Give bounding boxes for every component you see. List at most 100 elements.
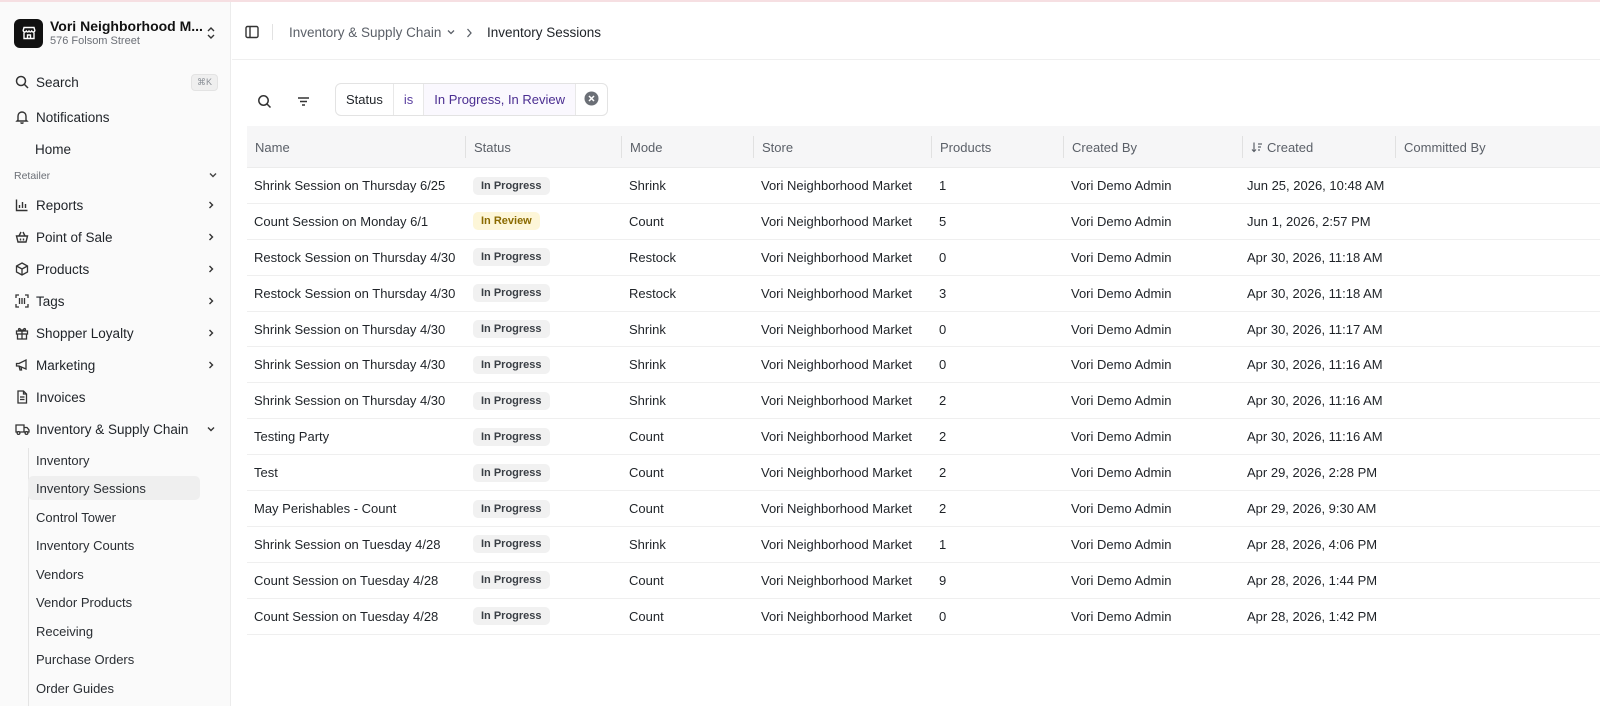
column-header-committed-by[interactable]: Committed By [1396, 126, 1600, 168]
cell-name: Restock Session on Thursday 4/30 [254, 249, 456, 265]
cell-committed-by [1396, 276, 1403, 311]
sidebar-item-invoices[interactable]: Invoices [14, 386, 218, 408]
store-switcher[interactable]: Vori Neighborhood M... 576 Folsom Street [14, 17, 218, 49]
cell-created: Apr 30, 2026, 11:18 AM [1247, 285, 1383, 301]
cell-committed-by [1396, 347, 1403, 382]
cell-committed-by [1396, 599, 1403, 634]
cell-name: Shrink Session on Thursday 4/30 [254, 321, 446, 337]
cell-status: In Progress [466, 312, 550, 347]
table-row[interactable]: Shrink Session on Thursday 6/25 In Progre… [247, 168, 1600, 204]
table-row[interactable]: Testing Party In Progress Count Vori Neighb… [247, 419, 1600, 456]
search-button[interactable]: Search ⌘K [14, 71, 218, 93]
column-header-store[interactable]: Store [754, 126, 931, 168]
section-retailer[interactable]: Retailer [14, 169, 218, 183]
table-row[interactable]: Shrink Session on Thursday 4/30 In Progre… [247, 383, 1600, 420]
search-icon [14, 74, 30, 90]
sidebar-item-shopper-loyalty[interactable]: Shopper Loyalty [14, 322, 218, 344]
sort-descending-icon [1251, 141, 1263, 153]
sidebar-subitem-vendors[interactable]: Vendors [28, 562, 200, 586]
cell-created-by: Vori Demo Admin [1071, 501, 1172, 517]
filter-clear-button[interactable] [576, 84, 607, 115]
cell-store: Vori Neighborhood Market [761, 465, 913, 481]
column-header-status[interactable]: Status [466, 126, 621, 168]
cell-store: Vori Neighborhood Market [761, 393, 913, 409]
sidebar-item-home[interactable]: Home [14, 138, 218, 160]
table-row[interactable]: Restock Session on Thursday 4/30 In Progr… [247, 240, 1600, 276]
cell-created: Apr 30, 2026, 11:16 AM [1247, 357, 1383, 373]
sidebar-subitem-inventory[interactable]: Inventory [28, 448, 200, 472]
cell-name: May Perishables - Count [254, 501, 397, 517]
status-badge: In Progress [473, 320, 550, 339]
breadcrumb-current: Inventory Sessions [487, 24, 602, 40]
status-filter-chip[interactable]: Status is In Progress, In Review [335, 83, 609, 116]
cell-committed-by [1396, 527, 1403, 562]
cell-name: Count Session on Tuesday 4/28 [254, 608, 439, 624]
cell-created-by: Vori Demo Admin [1071, 429, 1172, 445]
cell-committed-by [1396, 168, 1403, 203]
table-row[interactable]: Restock Session on Thursday 4/30 In Progr… [247, 276, 1600, 312]
status-badge: In Progress [473, 248, 550, 267]
cell-created: Apr 30, 2026, 11:16 AM [1247, 393, 1383, 409]
cell-products: 2 [939, 465, 947, 481]
sidebar-item-inventory-supply-chain[interactable]: Inventory & Supply Chain [14, 418, 218, 440]
topbar: Inventory & Supply Chain Inventory Sessi… [232, 2, 1600, 60]
sidebar-item-point-of-sale[interactable]: Point of Sale [14, 226, 218, 248]
notifications-label: Notifications [36, 109, 110, 125]
cell-products: 3 [939, 285, 947, 301]
sidebar-item-marketing[interactable]: Marketing [14, 354, 218, 376]
cell-store: Vori Neighborhood Market [761, 357, 913, 373]
sidebar-item-tags[interactable]: Tags [14, 290, 218, 312]
table-row[interactable]: Shrink Session on Thursday 4/30 In Progre… [247, 347, 1600, 384]
sidebar-subitem-order-guides[interactable]: Order Guides [28, 676, 200, 700]
sessions-table: Name Status Mode Store Products Created … [247, 126, 1600, 635]
column-header-created-by[interactable]: Created By [1064, 126, 1242, 168]
cell-created: Apr 29, 2026, 2:28 PM [1247, 465, 1378, 481]
status-badge: In Progress [473, 427, 550, 446]
column-header-mode[interactable]: Mode [622, 126, 753, 168]
marketing-label: Marketing [36, 357, 96, 373]
cell-mode: Restock [629, 285, 676, 301]
filter-field[interactable]: Status [336, 84, 394, 115]
sidebar-toggle-icon[interactable] [244, 24, 260, 40]
table-row[interactable]: Count Session on Tuesday 4/28 In Progress… [247, 599, 1600, 635]
column-header-name[interactable]: Name [247, 126, 465, 168]
cell-status: In Progress [466, 276, 550, 311]
cell-created: Apr 29, 2026, 9:30 AM [1247, 501, 1377, 517]
column-header-created-label: Created [1267, 139, 1314, 155]
cell-mode: Shrink [629, 536, 666, 552]
barcode-icon [14, 293, 30, 309]
cell-products: 5 [939, 213, 947, 229]
inventory-supply-chain-label: Inventory & Supply Chain [36, 421, 189, 437]
chevron-right-icon [204, 262, 218, 276]
breadcrumb-parent[interactable]: Inventory & Supply Chain [289, 22, 456, 42]
table-row[interactable]: Shrink Session on Tuesday 4/28 In Progres… [247, 527, 1600, 563]
cell-store: Vori Neighborhood Market [761, 321, 913, 337]
sidebar-subitem-vendor-products[interactable]: Vendor Products [28, 590, 200, 614]
sidebar-subitem-receiving[interactable]: Receiving [28, 619, 200, 643]
table-row[interactable]: Count Session on Monday 6/1 In Review Coun… [247, 204, 1600, 240]
sidebar-subitem-purchase-orders[interactable]: Purchase Orders [28, 647, 200, 671]
sidebar-subitem-inventory-sessions[interactable]: Inventory Sessions [28, 476, 200, 500]
cell-status: In Progress [466, 563, 550, 598]
filter-icon[interactable] [291, 89, 315, 113]
table-row[interactable]: Test In Progress Count Vori Neighborhood Ma… [247, 455, 1600, 492]
basket-icon [14, 229, 30, 245]
cell-name: Count Session on Tuesday 4/28 [254, 572, 439, 588]
sidebar-subitem-inventory-counts[interactable]: Inventory Counts [28, 533, 200, 557]
sidebar-item-notifications[interactable]: Notifications [14, 106, 218, 128]
cell-name: Shrink Session on Tuesday 4/28 [254, 536, 441, 552]
sidebar-item-reports[interactable]: Reports [14, 194, 218, 216]
table-row[interactable]: May Perishables - Count In Progress Count V… [247, 491, 1600, 527]
cell-status: In Progress [466, 419, 550, 454]
cell-created: Apr 30, 2026, 11:16 AM [1247, 429, 1383, 445]
table-row[interactable]: Shrink Session on Thursday 4/30 In Progre… [247, 312, 1600, 348]
sidebar-item-products[interactable]: Products [14, 258, 218, 280]
table-body: Shrink Session on Thursday 6/25 In Progre… [247, 168, 1600, 635]
sidebar-subitem-control-tower[interactable]: Control Tower [28, 505, 200, 529]
search-icon[interactable] [252, 89, 276, 113]
column-header-products[interactable]: Products [932, 126, 1063, 168]
filter-value[interactable]: In Progress, In Review [424, 84, 577, 115]
table-row[interactable]: Count Session on Tuesday 4/28 In Progress… [247, 563, 1600, 599]
column-header-created[interactable]: Created [1243, 126, 1395, 168]
filter-operator[interactable]: is [394, 84, 425, 115]
